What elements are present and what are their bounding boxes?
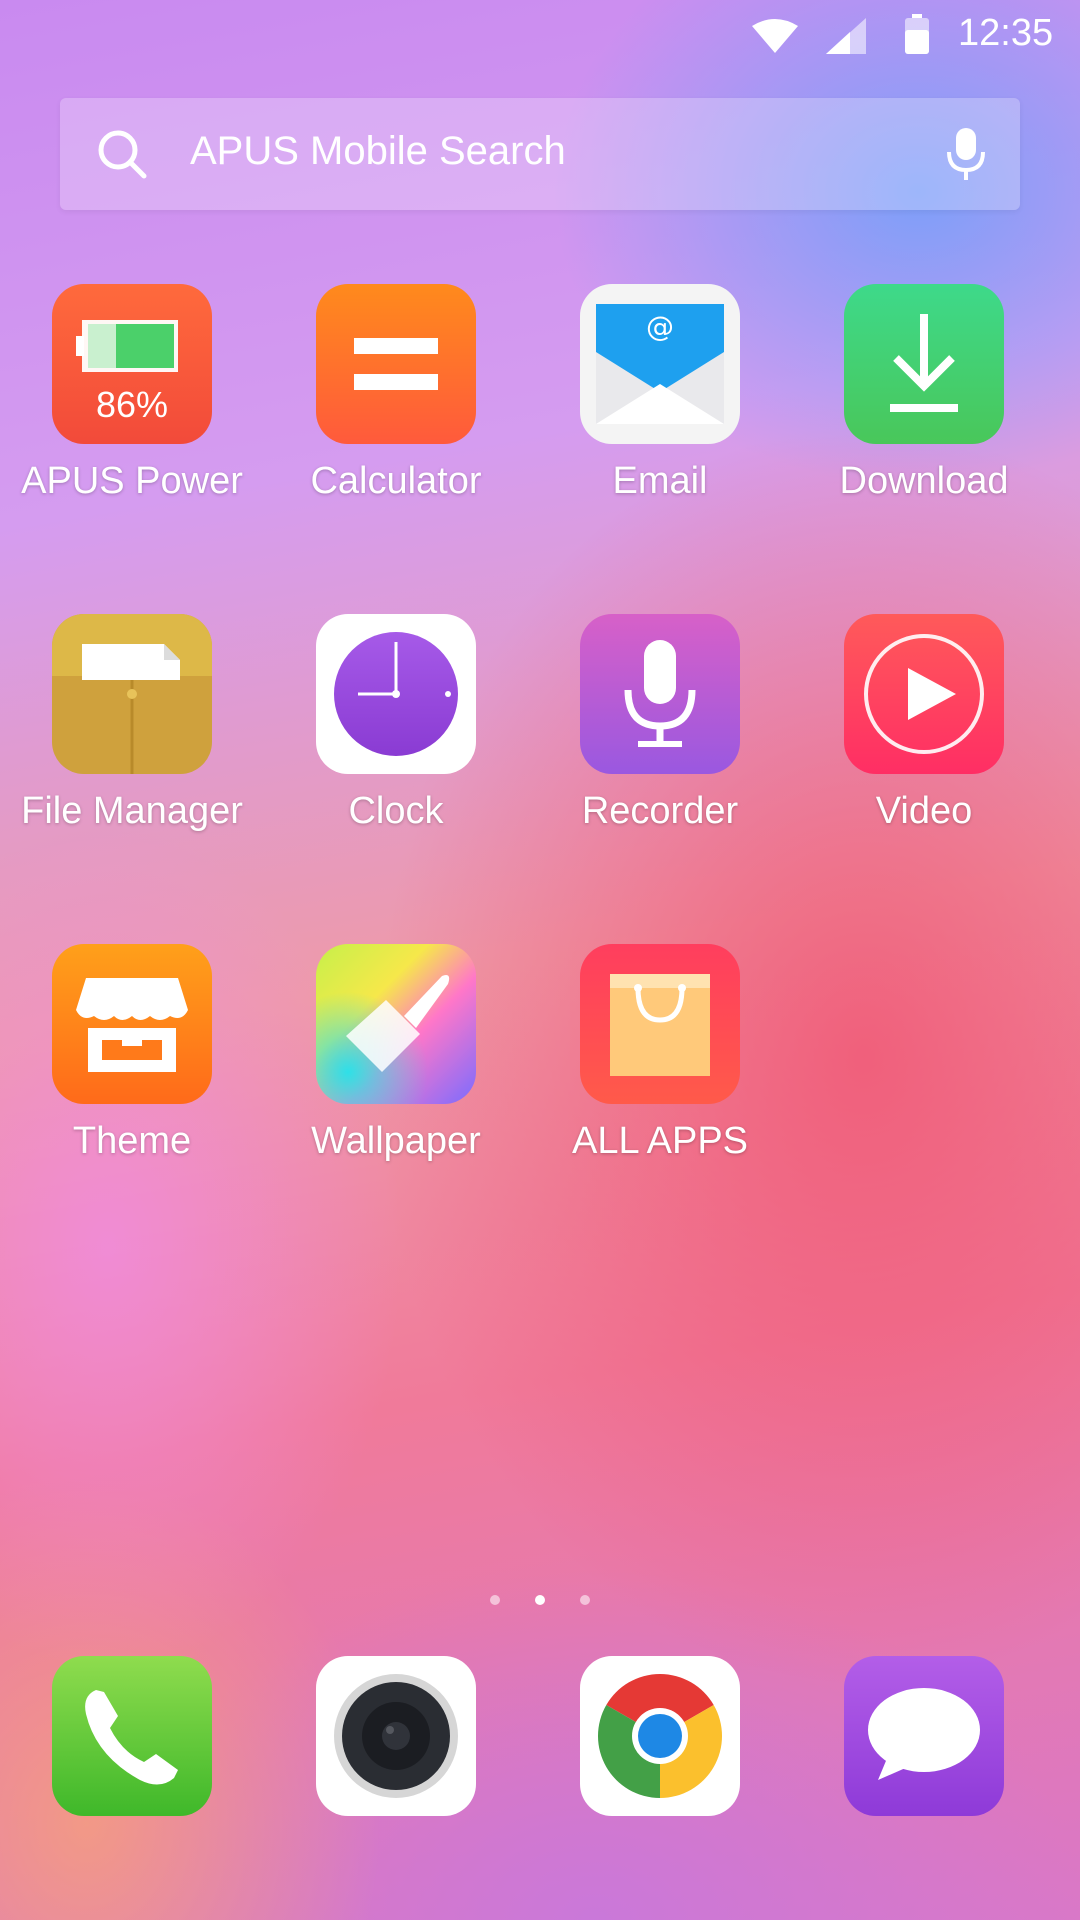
app-calculator[interactable]: Calculator <box>264 284 528 524</box>
app-label: Wallpaper <box>311 1120 481 1162</box>
battery-percent: 86% <box>95 384 169 425</box>
page-dot[interactable] <box>490 1595 500 1605</box>
app-theme[interactable]: Theme <box>0 944 264 1184</box>
page-dot[interactable] <box>580 1595 590 1605</box>
app-download[interactable]: Download <box>792 284 1056 524</box>
app-clock[interactable]: Clock <box>264 614 528 854</box>
dock-camera[interactable] <box>264 1656 528 1826</box>
app-label: Theme <box>72 1120 192 1162</box>
search-icon[interactable] <box>96 128 148 180</box>
camera-icon[interactable] <box>316 1656 476 1816</box>
dock-phone[interactable] <box>0 1656 264 1826</box>
clock-icon[interactable] <box>316 614 476 774</box>
battery-icon <box>905 14 929 54</box>
shopping-bag-icon[interactable] <box>580 944 740 1104</box>
wifi-icon <box>752 19 798 53</box>
app-video[interactable]: Video <box>792 614 1056 854</box>
messages-icon[interactable] <box>844 1656 1004 1816</box>
phone-icon[interactable] <box>52 1656 212 1816</box>
app-label: Recorder <box>581 790 739 832</box>
app-label: ALL APPS <box>571 1120 749 1162</box>
svg-text:@: @ <box>646 310 674 343</box>
app-file-manager[interactable]: File Manager <box>0 614 264 854</box>
app-label: Download <box>839 460 1009 502</box>
microphone-icon[interactable] <box>944 126 988 182</box>
download-icon[interactable] <box>844 284 1004 444</box>
app-label: Email <box>612 460 708 502</box>
microphone-icon[interactable] <box>580 614 740 774</box>
signal-icon <box>826 18 866 54</box>
app-all-apps[interactable]: ALL APPS <box>528 944 792 1184</box>
page-indicator <box>0 1590 1080 1610</box>
app-label: APUS Power <box>21 460 243 502</box>
calculator-icon[interactable] <box>316 284 476 444</box>
app-label: Clock <box>348 790 444 832</box>
search-bar[interactable]: APUS Mobile Search <box>60 98 1020 210</box>
dock-messages[interactable] <box>792 1656 1056 1826</box>
app-apus-power[interactable]: 86% APUS Power <box>0 284 264 524</box>
folder-icon[interactable] <box>52 614 212 774</box>
app-wallpaper[interactable]: Wallpaper <box>264 944 528 1184</box>
chrome-icon[interactable] <box>580 1656 740 1816</box>
brush-icon[interactable] <box>316 944 476 1104</box>
app-label: Video <box>875 790 973 832</box>
play-icon[interactable] <box>844 614 1004 774</box>
status-bar: 12:35 <box>0 0 1080 72</box>
search-placeholder[interactable]: APUS Mobile Search <box>190 129 566 174</box>
dock-chrome[interactable] <box>528 1656 792 1826</box>
email-icon[interactable]: @ <box>580 284 740 444</box>
app-email[interactable]: @ Email <box>528 284 792 524</box>
page-dot-active[interactable] <box>535 1595 545 1605</box>
app-label: File Manager <box>21 790 243 832</box>
app-label: Calculator <box>310 460 482 502</box>
store-icon[interactable] <box>52 944 212 1104</box>
app-recorder[interactable]: Recorder <box>528 614 792 854</box>
status-time: 12:35 <box>958 12 1054 54</box>
